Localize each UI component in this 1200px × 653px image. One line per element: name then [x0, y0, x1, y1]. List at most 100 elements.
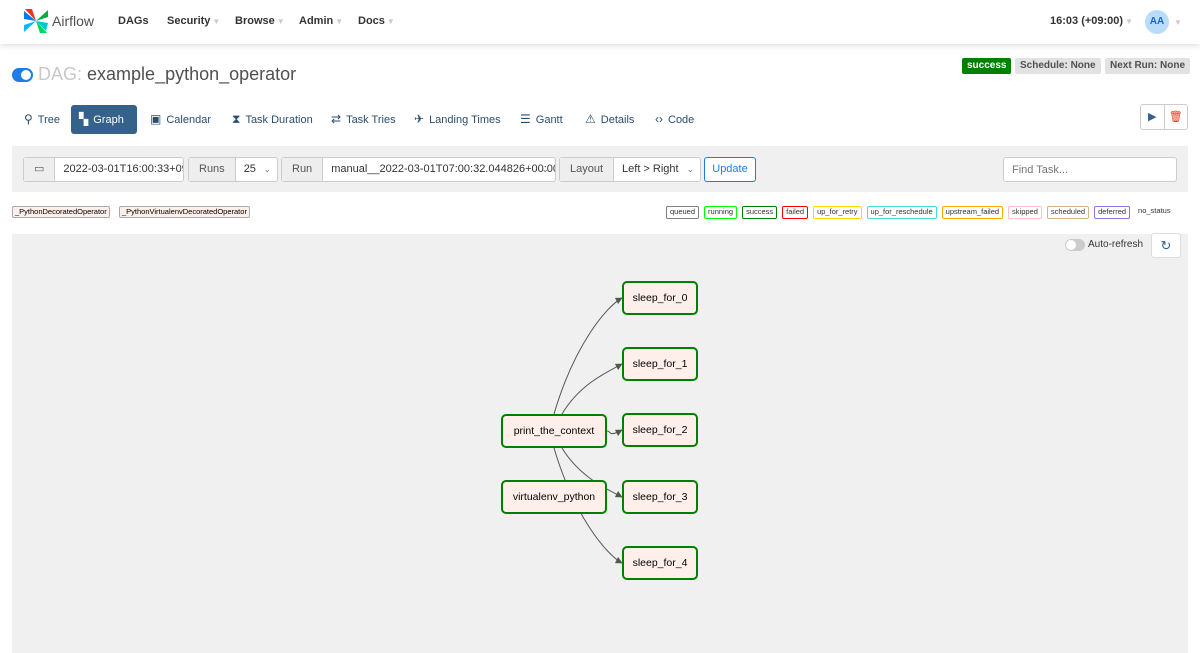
dag-name[interactable]: example_python_operator: [87, 64, 296, 84]
tab-label: Task Tries: [346, 114, 396, 126]
nav-admin[interactable]: Admin ▼: [299, 15, 343, 27]
run-value: manual__2022-03-01T07:00:32.044826+00:00: [331, 163, 555, 175]
task-node-sleep_for_4[interactable]: sleep_for_4: [622, 546, 698, 580]
trash-icon: 🗑: [1168, 111, 1183, 123]
tree-icon: ⚲: [24, 112, 33, 126]
legend-up_for_retry: up_for_retry: [813, 206, 862, 219]
legend-failed: failed: [782, 206, 809, 219]
nav-label: Admin: [299, 15, 334, 27]
legend-queued: queued: [666, 206, 700, 219]
warning-triangle-icon: ⚠: [585, 112, 596, 126]
task-node-sleep_for_3[interactable]: sleep_for_3: [622, 480, 698, 514]
delete-dag-button[interactable]: 🗑: [1165, 105, 1188, 129]
dag-prefix: DAG:: [38, 64, 83, 84]
update-button[interactable]: Update: [704, 157, 756, 182]
task-node-sleep_for_1[interactable]: sleep_for_1: [622, 347, 698, 381]
caret-down-icon: ▼: [212, 17, 221, 26]
operator-tag: _PythonVirtualenvDecoratedOperator: [119, 206, 250, 218]
retry-icon: ⇄: [331, 112, 342, 126]
runs-select[interactable]: 25 ⌄: [236, 158, 277, 181]
refresh-icon: ↻: [1160, 238, 1172, 253]
auto-refresh-toggle[interactable]: [1065, 239, 1085, 251]
tab-details[interactable]: ⚠ Details: [577, 105, 642, 134]
legend-skipped: skipped: [1008, 206, 1042, 219]
dag-pause-toggle[interactable]: [12, 68, 33, 82]
legend-upstream_failed: upstream_failed: [941, 206, 1004, 219]
task-node-print_the_context[interactable]: print_the_context: [501, 414, 607, 448]
state-legend: queued running success failed up_for_retry up…: [666, 206, 1174, 219]
nav-label: DAGs: [118, 15, 149, 27]
tab-task-tries[interactable]: ⇄ Task Tries: [323, 105, 404, 134]
runs-value: 25: [243, 163, 256, 175]
legend-scheduled: scheduled: [1046, 206, 1090, 219]
run-select[interactable]: manual__2022-03-01T07:00:32.044826+00:00…: [323, 158, 555, 181]
schedule-badge: Schedule: None: [1015, 58, 1101, 74]
auto-refresh-label: Auto-refresh: [1088, 239, 1144, 250]
tab-label: Tree: [37, 114, 61, 126]
task-node-virtualenv_python[interactable]: virtualenv_python: [501, 480, 607, 514]
tab-label: Calendar: [166, 114, 211, 126]
run-label: Run: [282, 158, 324, 181]
trigger-dag-button[interactable]: ▶: [1141, 105, 1165, 129]
runs-label: Runs: [189, 158, 236, 181]
legend-deferred: deferred: [1094, 206, 1131, 219]
tab-gantt[interactable]: ☰ Gantt: [512, 105, 571, 134]
tab-task-duration[interactable]: ⧗ Task Duration: [224, 105, 321, 134]
find-task-input[interactable]: [1003, 157, 1177, 182]
gantt-icon: ☰: [520, 112, 531, 126]
calendar-icon: ▣: [150, 112, 162, 126]
legend-no_status: no_status: [1138, 206, 1171, 215]
caret-down-icon: ▼: [386, 17, 395, 26]
chevron-down-icon: ⌄: [541, 164, 549, 174]
tab-label: Details: [600, 114, 635, 126]
calendar-icon: ▭: [24, 158, 56, 181]
tab-label: Task Duration: [245, 114, 313, 126]
layout-label: Layout: [560, 158, 615, 181]
base-date-input[interactable]: 2022-03-01T16:00:33+09:00: [55, 158, 183, 181]
tab-label: Gantt: [535, 114, 563, 126]
dag-actions: ▶ 🗑: [1140, 104, 1188, 130]
base-date-picker[interactable]: ▭ 2022-03-01T16:00:33+09:00: [23, 157, 184, 182]
refresh-button[interactable]: ↻: [1151, 233, 1181, 258]
chevron-down-icon: ⌄: [686, 164, 694, 174]
layout-select[interactable]: Left > Right ⌄: [614, 158, 700, 181]
nav-dags[interactable]: DAGs: [118, 15, 149, 27]
tab-code[interactable]: ‹› Code: [647, 105, 702, 134]
tab-graph[interactable]: ▚ Graph: [71, 105, 137, 134]
next-run-badge: Next Run: None: [1105, 58, 1190, 74]
operator-tag: _PythonDecoratedOperator: [12, 206, 110, 218]
hourglass-icon: ⧗: [232, 112, 241, 126]
code-icon: ‹›: [655, 112, 663, 126]
nav-security[interactable]: Security ▼: [167, 15, 220, 27]
nav-label: Docs: [358, 15, 385, 27]
task-node-sleep_for_0[interactable]: sleep_for_0: [622, 281, 698, 315]
tab-calendar[interactable]: ▣ Calendar: [142, 105, 219, 134]
airflow-logo-icon[interactable]: [22, 7, 50, 35]
task-node-sleep_for_2[interactable]: sleep_for_2: [622, 413, 698, 447]
brand-name[interactable]: Airflow: [52, 13, 94, 29]
play-icon: ▶: [1148, 111, 1157, 123]
legend-running: running: [704, 206, 738, 219]
nav-browse[interactable]: Browse ▼: [235, 15, 285, 27]
page-title: DAG: example_python_operator: [38, 64, 296, 85]
chevron-down-icon: ⌄: [263, 164, 271, 174]
tab-tree[interactable]: ⚲ Tree: [16, 105, 68, 134]
tab-label: Graph: [93, 114, 124, 126]
caret-down-icon[interactable]: ▼: [1174, 18, 1182, 27]
caret-down-icon: ▼: [335, 17, 344, 26]
nav-label: Security: [167, 15, 211, 27]
landing-icon: ✈: [414, 112, 425, 126]
graph-icon: ▚: [79, 112, 89, 126]
tab-label: Landing Times: [429, 114, 501, 126]
caret-down-icon: ▼: [1125, 17, 1133, 26]
caret-down-icon: ▼: [276, 17, 285, 26]
top-navbar: Airflow DAGs Security ▼ Browse ▼ Admin ▼ Do…: [0, 0, 1200, 44]
nav-label: Browse: [235, 15, 275, 27]
runs-select-group: Runs 25 ⌄: [188, 157, 278, 182]
timezone-dropdown[interactable]: 16:03 (+09:00) ▼: [1050, 15, 1133, 27]
tab-landing-times[interactable]: ✈ Landing Times: [406, 105, 509, 134]
nav-docs[interactable]: Docs ▼: [358, 15, 395, 27]
legend-up_for_reschedule: up_for_reschedule: [866, 206, 937, 219]
user-avatar[interactable]: AA: [1145, 10, 1169, 34]
run-select-group: Run manual__2022-03-01T07:00:32.044826+0…: [281, 157, 556, 182]
